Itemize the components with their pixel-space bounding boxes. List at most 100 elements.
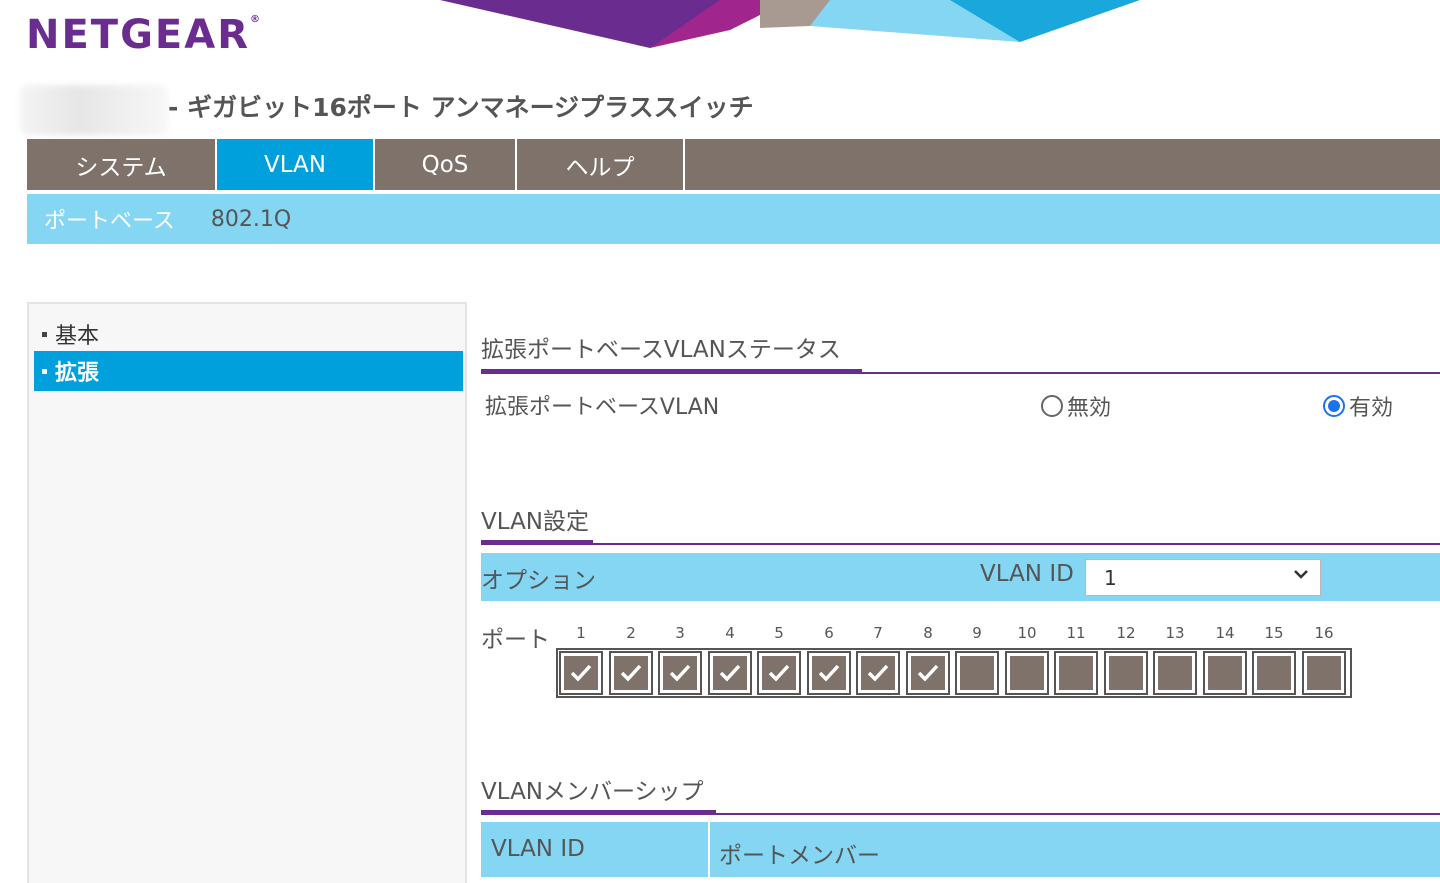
port-checkbox-2[interactable]	[609, 651, 653, 695]
ethernet-port-icon	[960, 656, 994, 690]
port-checkbox-3[interactable]	[658, 651, 702, 695]
sidebar-item-label: 拡張	[55, 361, 100, 386]
ethernet-port-icon	[1307, 656, 1341, 690]
radio-label: 有効	[1349, 396, 1394, 421]
radio-disable[interactable]: 無効	[1041, 390, 1111, 422]
ethernet-port-icon	[1257, 656, 1291, 690]
column-header-port-members: ポートメンバー	[719, 843, 880, 869]
port-number-label: 9	[972, 624, 982, 642]
radio-circle-checked-icon	[1323, 395, 1345, 417]
sub-nav: ポートベース 802.1Q	[27, 194, 1440, 244]
bullet-icon	[42, 331, 47, 337]
section-title-underline	[481, 540, 593, 545]
checkmark-icon	[570, 664, 592, 682]
ethernet-port-icon	[1010, 656, 1044, 690]
subtab-port-based[interactable]: ポートベース	[44, 203, 175, 235]
netgear-logo: NETGEAR®	[26, 12, 260, 58]
ethernet-port-icon	[1208, 656, 1242, 690]
port-number-label: 6	[824, 624, 834, 642]
chevron-down-icon	[1294, 570, 1308, 579]
port-checkbox-6[interactable]	[807, 651, 851, 695]
checkmark-icon	[620, 664, 642, 682]
membership-table-header: VLAN ID ポートメンバー	[481, 822, 1440, 883]
status-section-title: 拡張ポートベースVLANステータス	[481, 337, 841, 363]
ethernet-port-icon	[762, 656, 796, 690]
port-checkbox-4[interactable]	[708, 651, 752, 695]
port-number-label: 14	[1215, 624, 1235, 642]
tab-help[interactable]: ヘルプ	[517, 139, 685, 190]
ethernet-port-icon	[1158, 656, 1192, 690]
port-checkbox-13[interactable]	[1153, 651, 1197, 695]
sidebar-item-advanced[interactable]: 拡張	[34, 351, 463, 391]
column-header-vlan-id: VLAN ID	[491, 836, 585, 862]
port-number-label: 13	[1165, 624, 1185, 642]
checkmark-icon	[867, 664, 889, 682]
section-divider	[481, 543, 1440, 545]
ethernet-port-icon	[713, 656, 747, 690]
port-label: ポート	[481, 627, 550, 653]
radio-circle-icon	[1041, 395, 1063, 417]
sidebar-item-label: 基本	[55, 324, 100, 349]
tab-system[interactable]: システム	[27, 139, 217, 190]
option-label: オプション	[481, 568, 596, 594]
ethernet-port-icon	[1109, 656, 1143, 690]
sidebar: 基本 拡張	[27, 302, 467, 883]
section-title-underline	[481, 369, 862, 374]
ethernet-port-icon	[911, 656, 945, 690]
blurred-device-name	[20, 85, 168, 135]
port-checkbox-14[interactable]	[1203, 651, 1247, 695]
ethernet-port-icon	[663, 656, 697, 690]
section-title-underline	[481, 810, 716, 815]
port-checkbox-11[interactable]	[1054, 651, 1098, 695]
port-number-label: 1	[576, 624, 586, 642]
port-number-label: 4	[725, 624, 735, 642]
product-title: - ギガビット16ポート アンマネージプラススイッチ	[168, 93, 754, 122]
vlan-id-value: 1	[1104, 566, 1117, 590]
checkmark-icon	[818, 664, 840, 682]
ethernet-port-icon	[1059, 656, 1093, 690]
ethernet-port-icon	[812, 656, 846, 690]
advanced-vlan-label: 拡張ポートベースVLAN	[485, 395, 720, 420]
ethernet-port-icon	[614, 656, 648, 690]
port-number-label: 16	[1314, 624, 1334, 642]
sidebar-item-basic[interactable]: 基本	[34, 314, 463, 354]
tab-qos[interactable]: QoS	[375, 139, 517, 190]
port-checkbox-8[interactable]	[906, 651, 950, 695]
port-number-label: 8	[923, 624, 933, 642]
subtab-8021q[interactable]: 802.1Q	[211, 207, 291, 232]
checkmark-icon	[719, 664, 741, 682]
radio-label: 無効	[1067, 396, 1112, 421]
tab-vlan[interactable]: VLAN	[217, 139, 375, 190]
membership-section-title: VLANメンバーシップ	[481, 779, 704, 805]
port-checkbox-16[interactable]	[1302, 651, 1346, 695]
port-number-label: 7	[873, 624, 883, 642]
vlan-id-select[interactable]: 1	[1085, 559, 1321, 596]
checkmark-icon	[768, 664, 790, 682]
port-number-label: 5	[774, 624, 784, 642]
option-bar: オプション VLAN ID 1	[481, 553, 1440, 601]
port-checkbox-1[interactable]	[559, 651, 603, 695]
main-nav: システム VLAN QoS ヘルプ	[27, 139, 1440, 190]
port-checkbox-12[interactable]	[1104, 651, 1148, 695]
port-checkbox-15[interactable]	[1252, 651, 1296, 695]
bullet-icon	[42, 368, 47, 374]
column-divider	[708, 822, 710, 883]
checkmark-icon	[669, 664, 691, 682]
port-number-label: 15	[1264, 624, 1284, 642]
vlan-settings-title: VLAN設定	[481, 509, 590, 535]
ethernet-port-icon	[564, 656, 598, 690]
port-number-label: 3	[675, 624, 685, 642]
port-number-label: 10	[1017, 624, 1037, 642]
port-number-label: 12	[1116, 624, 1136, 642]
vlan-id-label: VLAN ID	[980, 561, 1074, 587]
port-number-label: 11	[1066, 624, 1086, 642]
radio-enable[interactable]: 有効	[1323, 390, 1393, 422]
header-banner-graphic	[440, 0, 1140, 48]
port-checkbox-10[interactable]	[1005, 651, 1049, 695]
ethernet-port-icon	[861, 656, 895, 690]
port-checkbox-5[interactable]	[757, 651, 801, 695]
checkmark-icon	[917, 664, 939, 682]
port-checkbox-7[interactable]	[856, 651, 900, 695]
port-checkbox-9[interactable]	[955, 651, 999, 695]
port-number-label: 2	[626, 624, 636, 642]
